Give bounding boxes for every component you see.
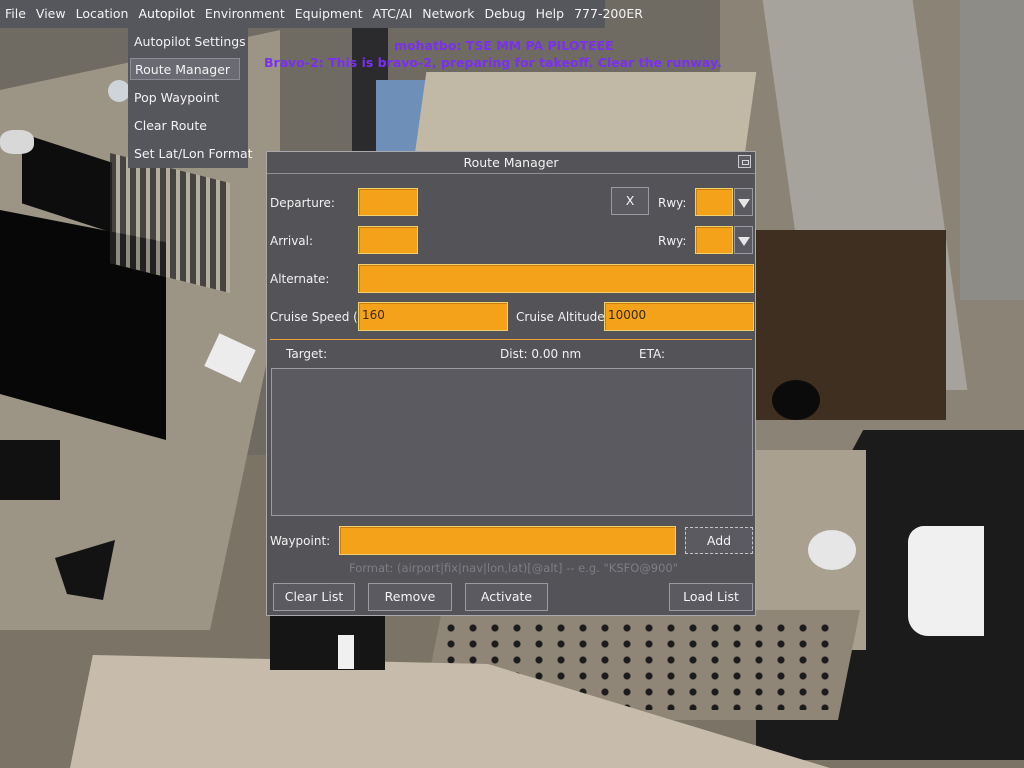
menu-debug[interactable]: Debug bbox=[479, 0, 530, 28]
overhead-panel-block bbox=[413, 72, 757, 162]
waypoint-field[interactable] bbox=[339, 526, 676, 555]
lever-base bbox=[270, 615, 385, 670]
menu-environment[interactable]: Environment bbox=[200, 0, 290, 28]
load-list-button[interactable]: Load List bbox=[669, 583, 753, 611]
menu-network[interactable]: Network bbox=[417, 0, 479, 28]
black-knob bbox=[772, 380, 820, 420]
chat-line-2: Bravo-2: This is bravo-2, preparing for … bbox=[264, 55, 722, 70]
cockpit-pillar-far bbox=[960, 0, 1024, 300]
departure-rwy-field[interactable] bbox=[695, 188, 733, 216]
arrival-rwy-label: Rwy: bbox=[658, 234, 687, 248]
departure-rwy-dropdown-icon[interactable] bbox=[734, 188, 753, 216]
menu-view[interactable]: View bbox=[31, 0, 71, 28]
grey-knob bbox=[0, 130, 34, 154]
clear-list-button[interactable]: Clear List bbox=[273, 583, 355, 611]
menuitem-clear-route[interactable]: Clear Route bbox=[134, 115, 207, 137]
target-label: Target: bbox=[286, 347, 328, 361]
left-lower-panel bbox=[0, 440, 60, 500]
menuitem-route-manager[interactable]: Route Manager bbox=[130, 58, 240, 80]
menu-equipment[interactable]: Equipment bbox=[290, 0, 368, 28]
dialog-title: Route Manager bbox=[267, 152, 755, 174]
activate-button[interactable]: Activate bbox=[465, 583, 548, 611]
menu-aircraft[interactable]: 777-200ER bbox=[569, 0, 648, 28]
cruise-altitude-field[interactable]: 10000 bbox=[604, 302, 754, 331]
minimize-icon[interactable] bbox=[738, 155, 751, 168]
menu-file[interactable]: File bbox=[0, 0, 31, 28]
eta-label: ETA: bbox=[639, 347, 666, 361]
cruise-altitude-label: Cruise Altitude bbox=[516, 310, 605, 324]
cruise-speed-label: Cruise Speed (k bbox=[270, 310, 358, 324]
menu-location[interactable]: Location bbox=[71, 0, 134, 28]
menuitem-autopilot-settings[interactable]: Autopilot Settings bbox=[134, 31, 246, 53]
add-waypoint-button[interactable]: Add bbox=[685, 527, 753, 554]
menuitem-pop-waypoint[interactable]: Pop Waypoint bbox=[134, 87, 219, 109]
arrival-field[interactable] bbox=[358, 226, 418, 254]
menuitem-set-latlon-format[interactable]: Set Lat/Lon Format bbox=[134, 143, 253, 165]
route-manager-dialog: Route Manager Departure: X Rwy: Arrival:… bbox=[266, 151, 756, 616]
menu-bar: File View Location Autopilot Environment… bbox=[0, 0, 643, 28]
departure-rwy-label: Rwy: bbox=[658, 196, 687, 210]
menu-help[interactable]: Help bbox=[531, 0, 570, 28]
menu-autopilot[interactable]: Autopilot bbox=[133, 0, 199, 28]
menu-atc-ai[interactable]: ATC/AI bbox=[368, 0, 418, 28]
distance-label: Dist: 0.00 nm bbox=[500, 347, 582, 361]
departure-label: Departure: bbox=[270, 196, 335, 210]
white-yoke bbox=[908, 526, 984, 636]
clear-departure-button[interactable]: X bbox=[611, 187, 649, 215]
autopilot-dropdown: Autopilot Settings Route Manager Pop Way… bbox=[128, 28, 253, 168]
arrival-label: Arrival: bbox=[270, 234, 314, 248]
cruise-speed-field[interactable]: 160 bbox=[358, 302, 508, 331]
separator bbox=[270, 339, 752, 340]
white-knob bbox=[808, 530, 856, 570]
departure-field[interactable] bbox=[358, 188, 418, 216]
alternate-label: Alternate: bbox=[270, 272, 330, 286]
format-hint: Format: (airport|fix|nav|lon,lat)[@alt] … bbox=[349, 561, 679, 575]
lever-handle bbox=[338, 635, 354, 669]
remove-button[interactable]: Remove bbox=[368, 583, 452, 611]
arrival-rwy-dropdown-icon[interactable] bbox=[734, 226, 753, 254]
waypoint-label: Waypoint: bbox=[270, 534, 331, 548]
waypoint-list[interactable] bbox=[271, 368, 753, 516]
arrival-rwy-field[interactable] bbox=[695, 226, 733, 254]
alternate-field[interactable] bbox=[358, 264, 754, 293]
grey-knob-small bbox=[108, 80, 130, 102]
